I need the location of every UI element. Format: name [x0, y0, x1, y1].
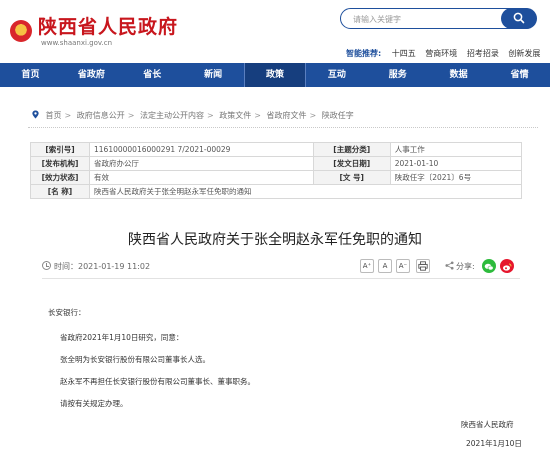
hot-label: 智能推荐: [346, 49, 382, 58]
meta-label: [效力状态] [30, 170, 90, 185]
meta-value: 人事工作 [389, 142, 523, 157]
divider [28, 127, 538, 128]
weibo-share-button[interactable] [500, 259, 514, 273]
site-url: www.shaanxi.gov.cn [41, 39, 113, 47]
body-paragraph: 请按有关规定办理。 [60, 399, 128, 408]
nav-tab-interaction[interactable]: 互动 [306, 63, 367, 87]
breadcrumb-item-current: 陕政任字 [321, 111, 354, 120]
body-paragraph: 赵永军不再担任长安银行股份有限公司董事长、董事职务。 [60, 377, 255, 386]
share-icon [445, 261, 454, 270]
weibo-icon [503, 263, 512, 271]
national-emblem-icon [10, 20, 32, 42]
table-row: [发布机构] 省政府办公厅 [发文日期] 2021-01-10 [30, 156, 523, 171]
font-smaller-button[interactable]: A⁻ [396, 259, 410, 273]
nav-tab-service[interactable]: 服务 [367, 63, 428, 87]
publish-time-text: 时间：2021-01-19 11:02 [54, 262, 151, 271]
salutation: 长安银行： [48, 308, 86, 317]
nav-tab-government[interactable]: 省政府 [61, 63, 122, 87]
breadcrumb: 首页 > 政府信息公开 > 法定主动公开内容 > 政策文件 > 省政府文件 > 陕政任字 [31, 110, 354, 122]
location-icon [32, 110, 39, 119]
article-title: 陕西省人民政府关于张全明赵永军任免职的通知 [128, 232, 422, 248]
breadcrumb-item[interactable]: 省政府文件 [267, 111, 307, 120]
site-header: 陕西省人民政府 www.shaanxi.gov.cn 智能推荐: 十四五 营商环… [0, 0, 550, 63]
font-normal-button[interactable]: A [378, 259, 392, 273]
meta-label: [文 号] [312, 170, 391, 185]
table-row: [名 称] 陕西省人民政府关于张全明赵永军任免职的通知 [30, 184, 522, 199]
hot-item[interactable]: 招考招录 [467, 49, 499, 58]
publish-time: 时间：2021-01-19 11:02 [42, 261, 150, 273]
breadcrumb-separator: > [64, 111, 72, 120]
wechat-icon [484, 263, 494, 271]
hot-recommendations: 智能推荐: 十四五 营商环境 招考招录 创新发展 [346, 48, 547, 60]
meta-label: [发文日期] [312, 156, 391, 171]
search-icon [513, 12, 524, 23]
sign-date: 2021年1月10日 [466, 439, 522, 448]
hot-item[interactable]: 创新发展 [508, 49, 540, 58]
meta-value: 省政府办公厅 [89, 156, 314, 171]
print-icon [418, 261, 428, 271]
body-paragraph: 张全明为长安银行股份有限公司董事长人选。 [60, 355, 210, 364]
hot-item[interactable]: 十四五 [392, 49, 416, 58]
document-meta-table: [索引号] 11610000016000291 7/2021-00029 [主题… [30, 142, 523, 199]
meta-value: 11610000016000291 7/2021-00029 [89, 142, 314, 157]
search-button[interactable] [500, 7, 537, 29]
meta-label: [索引号] [30, 142, 90, 157]
site-title[interactable]: 陕西省人民政府 [38, 15, 178, 39]
hot-item[interactable]: 营商环境 [425, 49, 457, 58]
table-row: [效力状态] 有效 [文 号] 陕政任字〔2021〕6号 [30, 170, 523, 185]
breadcrumb-item[interactable]: 政府信息公开 [77, 111, 125, 120]
breadcrumb-separator: > [207, 111, 214, 120]
meta-label: [发布机构] [30, 156, 90, 171]
meta-label: [主题分类] [312, 142, 391, 157]
signature: 陕西省人民政府 [461, 420, 514, 429]
breadcrumb-separator: > [127, 111, 135, 120]
print-button[interactable] [416, 259, 430, 273]
search-box [340, 7, 537, 29]
meta-value: 有效 [89, 170, 314, 185]
clock-icon [42, 261, 51, 270]
search-input[interactable] [351, 10, 485, 29]
table-row: [索引号] 11610000016000291 7/2021-00029 [主题… [30, 142, 523, 157]
main-nav: 首页 省政府 省长 新闻 政策 互动 服务 数据 省情 [0, 63, 550, 87]
meta-value: 陕西省人民政府关于张全明赵永军任免职的通知 [89, 184, 522, 199]
share-area: 分享: [445, 261, 475, 273]
nav-tab-news[interactable]: 新闻 [183, 63, 244, 87]
article-toolbar: 时间：2021-01-19 11:02 A⁺ A A⁻ 分享: [42, 256, 520, 279]
font-larger-button[interactable]: A⁺ [360, 259, 374, 273]
breadcrumb-separator: > [254, 111, 261, 120]
nav-tab-governor[interactable]: 省长 [122, 63, 183, 87]
breadcrumb-item[interactable]: 政策文件 [219, 111, 251, 120]
breadcrumb-separator: > [309, 111, 317, 120]
breadcrumb-item[interactable]: 首页 [46, 111, 62, 120]
body-paragraph: 省政府2021年1月10日研究，同意： [60, 333, 184, 342]
nav-tab-home[interactable]: 首页 [0, 63, 61, 87]
wechat-share-button[interactable] [482, 259, 496, 273]
meta-label: [名 称] [30, 184, 90, 199]
breadcrumb-item[interactable]: 法定主动公开内容 [140, 111, 204, 120]
meta-value: 陕政任字〔2021〕6号 [389, 170, 523, 185]
nav-tab-province-info[interactable]: 省情 [489, 63, 550, 87]
meta-value: 2021-01-10 [389, 156, 523, 171]
nav-tab-data[interactable]: 数据 [428, 63, 489, 87]
nav-tab-policy[interactable]: 政策 [243, 63, 307, 87]
share-label: 分享: [456, 262, 475, 271]
